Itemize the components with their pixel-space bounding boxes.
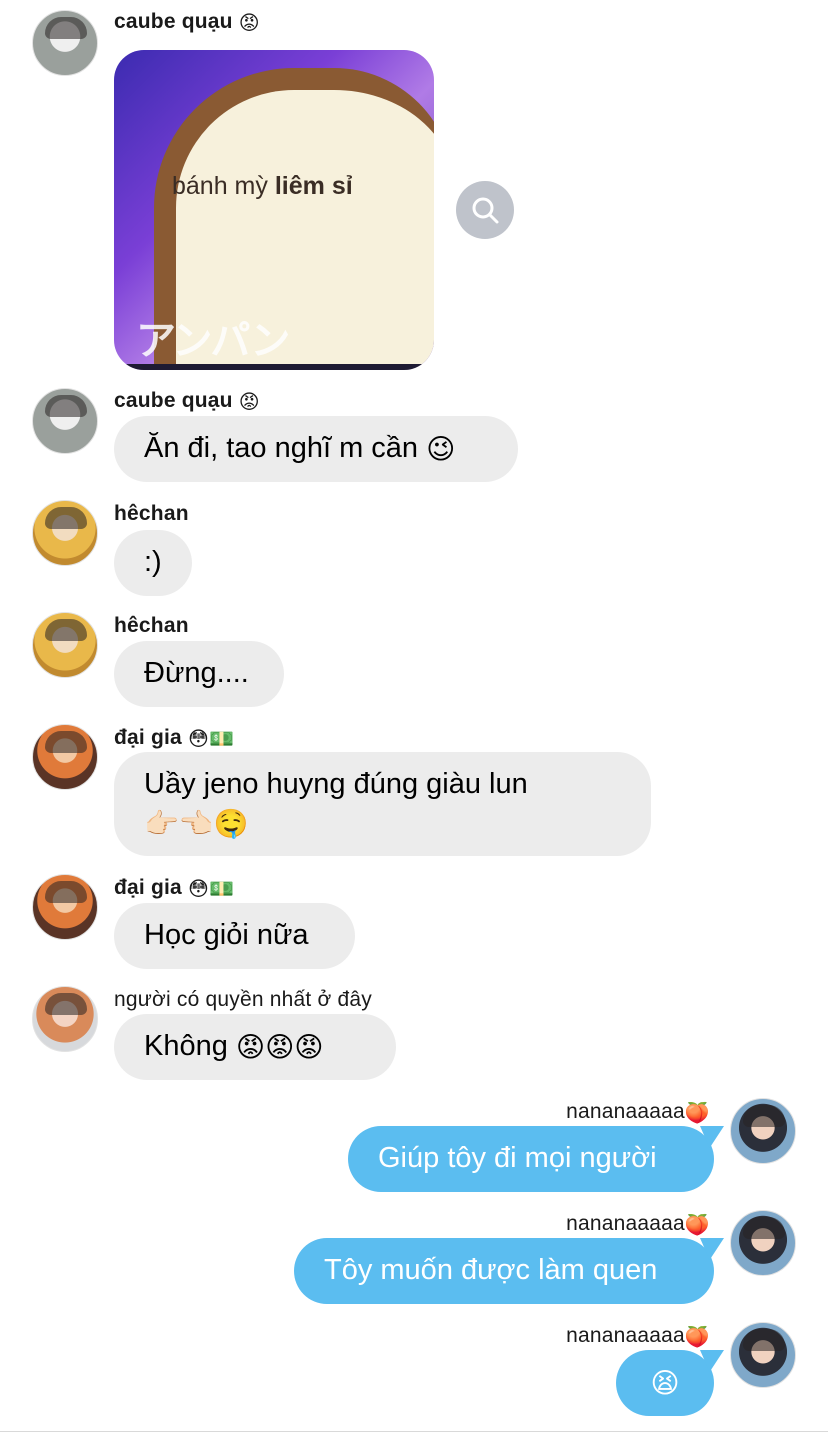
- sender-name: hêchan: [114, 614, 189, 638]
- sender-name: nananaaaaa🍑: [566, 1100, 710, 1124]
- sender-label: hêchan: [114, 502, 189, 525]
- sender-name: nananaaaaa🍑: [566, 1212, 710, 1236]
- message-bubble[interactable]: :): [114, 530, 192, 596]
- message-text: :): [144, 546, 162, 578]
- sender-name: đại gia 😳💵: [114, 726, 234, 750]
- message-emoji: 😡😡😡: [235, 1030, 324, 1064]
- sender-label: hêchan: [114, 614, 189, 637]
- message-text: Đừng....: [144, 657, 249, 689]
- sender-name: hêchan: [114, 502, 189, 526]
- divider: [0, 1431, 828, 1432]
- zoom-button[interactable]: [456, 181, 514, 239]
- avatar[interactable]: [32, 612, 98, 678]
- avatar[interactable]: [32, 500, 98, 566]
- sender-label: đại gia: [114, 726, 182, 749]
- sender-name: đại gia 😳💵: [114, 876, 234, 900]
- sender-name: người có quyền nhất ở đây: [114, 988, 372, 1012]
- sender-emoji: 😳💵: [187, 876, 235, 901]
- sender-emoji: 😳💵: [187, 726, 235, 751]
- sender-label: caube quạu: [114, 389, 233, 412]
- sender-label: nananaaaaa: [566, 1212, 685, 1235]
- sender-emoji: 🍑: [684, 1100, 710, 1125]
- message-text: Không: [144, 1030, 228, 1062]
- image-bottom-text: アンパン: [136, 319, 290, 363]
- message-bubble[interactable]: Ăn đi, tao nghĩ m cần 😉: [114, 416, 518, 482]
- message-bubble[interactable]: Đừng....: [114, 641, 284, 707]
- magnifier-icon: [472, 197, 499, 224]
- sender-name: nananaaaaa🍑: [566, 1324, 710, 1348]
- sender-label: caube quạu: [114, 10, 233, 33]
- message-bubble[interactable]: Giúp tôy đi mọi người: [348, 1126, 724, 1192]
- message-bubble[interactable]: Không 😡😡😡: [114, 1014, 396, 1080]
- sender-emoji: 😡: [238, 389, 260, 414]
- image-bottom-bar: [114, 364, 434, 370]
- image-caption: bánh mỳ liêm sỉ: [172, 172, 353, 201]
- sender-label: người có quyền nhất ở đây: [114, 988, 372, 1011]
- sender-emoji: 🍑: [684, 1212, 710, 1237]
- avatar[interactable]: [32, 874, 98, 940]
- sender-label: đại gia: [114, 876, 182, 899]
- message-bubble[interactable]: Uầy jeno huyng đúng giàu lun 👉🏻👈🏻🤤: [114, 752, 651, 856]
- message-emoji: 😫: [650, 1366, 680, 1400]
- sender-name: caube quạu 😡: [114, 389, 260, 413]
- message-emoji: 👉🏻👈🏻🤤: [144, 807, 249, 840]
- sender-label: nananaaaaa: [566, 1324, 685, 1347]
- message-bubble[interactable]: Học giỏi nữa: [114, 903, 355, 969]
- avatar[interactable]: [730, 1210, 796, 1276]
- avatar[interactable]: [730, 1098, 796, 1164]
- avatar[interactable]: [32, 388, 98, 454]
- image-caption-bold: liêm sỉ: [274, 172, 353, 200]
- sender-label: nananaaaaa: [566, 1100, 685, 1123]
- bubble-tail: [700, 1126, 724, 1148]
- sender-emoji: 😡: [238, 10, 260, 35]
- message-text: Ăn đi, tao nghĩ m cần: [144, 432, 419, 464]
- bubble-tail: [700, 1238, 724, 1260]
- message-text: Giúp tôy đi mọi người: [378, 1142, 657, 1174]
- message-text: Học giỏi nữa: [144, 919, 309, 951]
- message-text: Uầy jeno huyng đúng giàu lun: [144, 768, 528, 800]
- avatar[interactable]: [32, 986, 98, 1052]
- message-text: Tôy muốn được làm quen: [324, 1254, 658, 1286]
- message-emoji: 😉: [426, 432, 456, 466]
- message-bubble[interactable]: 😫: [616, 1350, 724, 1416]
- message-bubble[interactable]: Tôy muốn được làm quen: [294, 1238, 724, 1304]
- sender-emoji: 🍑: [684, 1324, 710, 1349]
- sender-name: caube quạu 😡: [114, 10, 260, 34]
- avatar[interactable]: [32, 10, 98, 76]
- image-caption-normal: bánh mỳ: [172, 172, 268, 200]
- bubble-tail: [700, 1350, 724, 1372]
- avatar[interactable]: [730, 1322, 796, 1388]
- avatar[interactable]: [32, 724, 98, 790]
- shared-image[interactable]: bánh mỳ liêm sỉ アンパン: [114, 50, 434, 370]
